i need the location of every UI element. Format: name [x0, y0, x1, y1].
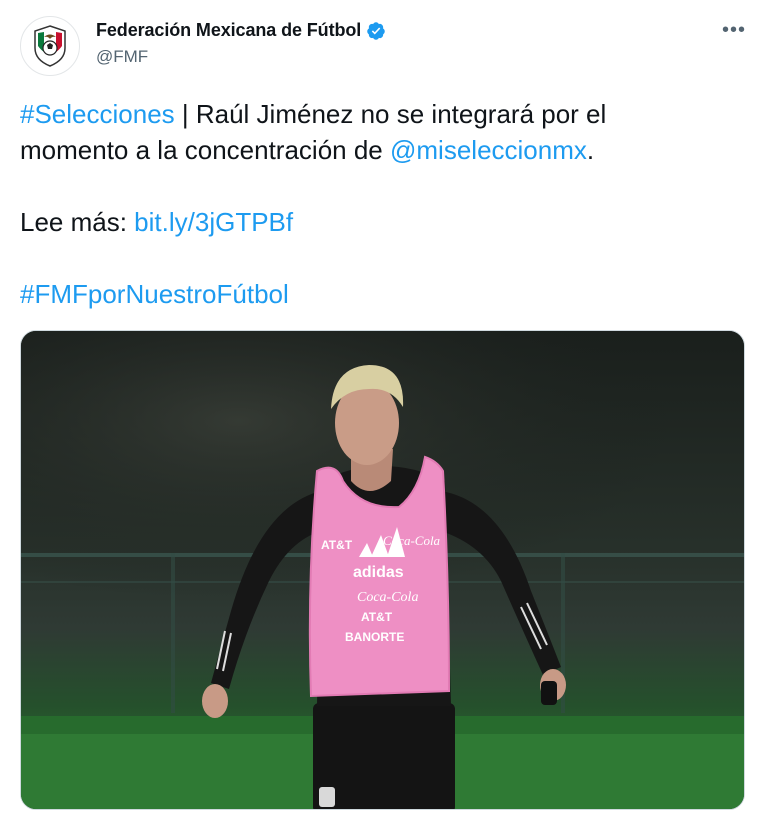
fmf-crest-icon: [34, 25, 66, 67]
mention-link[interactable]: @miseleccionmx: [390, 135, 587, 165]
avatar[interactable]: [20, 16, 80, 76]
tweet-text-segment: .: [586, 135, 595, 165]
handle[interactable]: @FMF: [96, 47, 148, 67]
tweet-photo[interactable]: AT&T Coca-Cola adidas Coca-Cola AT&T BAN…: [20, 330, 745, 810]
tweet-text-segment: | Raúl Jiménez no se integrará por el: [174, 99, 607, 129]
tweet-card[interactable]: Federación Mexicana de Fútbol @FMF ••• #…: [0, 0, 768, 830]
read-more-link[interactable]: bit.ly/3jGTPBf: [134, 207, 293, 237]
tweet-line-1: #Selecciones | Raúl Jiménez no se integr…: [20, 96, 750, 132]
player-photo-illustration: AT&T Coca-Cola adidas Coca-Cola AT&T BAN…: [21, 331, 744, 809]
hashtag-link[interactable]: #FMFporNuestroFútbol: [20, 279, 289, 309]
hashtag-link[interactable]: #Selecciones: [20, 99, 175, 129]
tweet-text: #Selecciones | Raúl Jiménez no se integr…: [20, 96, 750, 312]
tweet-line-hashtag: #FMFporNuestroFútbol: [20, 276, 750, 312]
more-horizontal-icon[interactable]: •••: [721, 20, 747, 44]
tweet-line-read-more: Lee más: bit.ly/3jGTPBf: [20, 204, 750, 240]
tweet-line-2: momento a la concentración de @miselecci…: [20, 132, 750, 168]
bib-sponsor-text: AT&T: [321, 538, 353, 552]
display-name[interactable]: Federación Mexicana de Fútbol: [96, 20, 386, 41]
bib-sponsor-text: AT&T: [361, 610, 393, 624]
bib-sponsor-text: Coca-Cola: [357, 590, 418, 605]
bib-sponsor-text: BANORTE: [345, 630, 404, 644]
bib-sponsor-text: adidas: [353, 564, 404, 581]
verified-badge-icon: [367, 21, 385, 40]
read-more-label: Lee más:: [20, 207, 135, 237]
tweet-text-segment: momento a la concentración de: [20, 135, 390, 165]
display-name-text[interactable]: Federación Mexicana de Fútbol: [96, 20, 361, 41]
